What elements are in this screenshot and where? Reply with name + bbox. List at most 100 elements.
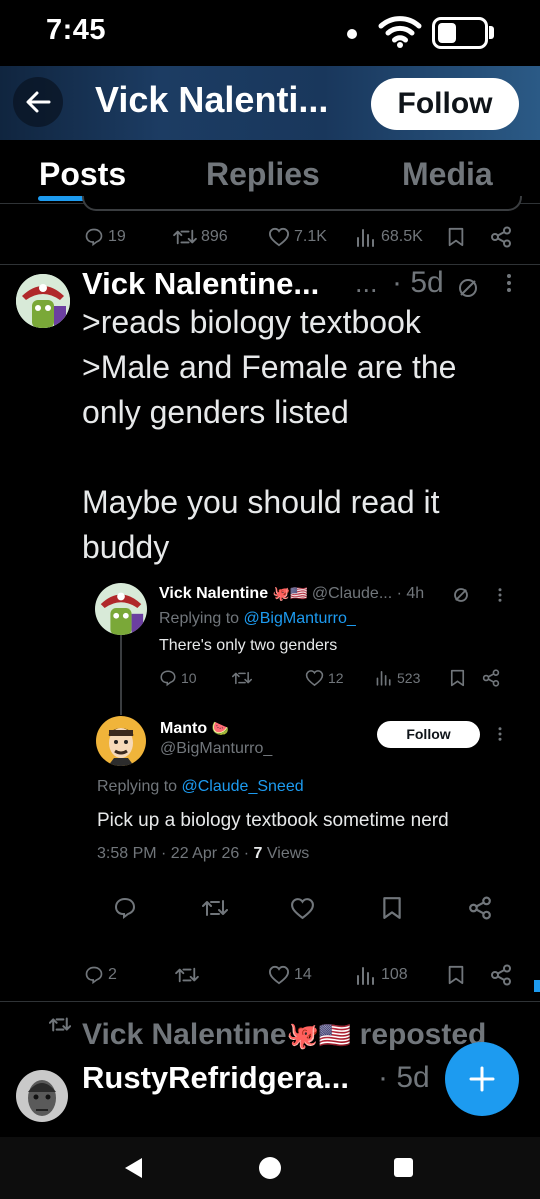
replying-to: Replying to @BigManturro_	[159, 610, 356, 628]
grok-icon[interactable]	[456, 276, 480, 300]
status-bar: 7:45	[0, 0, 540, 66]
repost-action[interactable]: 896	[173, 227, 228, 247]
author-name[interactable]: Vick Nalentine...	[82, 266, 319, 302]
share-icon	[482, 669, 500, 687]
reply-icon	[85, 966, 103, 985]
views-count: 68.5K	[381, 228, 423, 245]
flag-emoji-icon: 🐙🇺🇸	[286, 1020, 352, 1050]
watermelon-emoji-icon: 🍉	[211, 720, 229, 736]
tab-replies[interactable]: Replies	[206, 156, 320, 193]
avatar[interactable]	[96, 716, 146, 766]
like-action[interactable]: 12	[305, 669, 344, 687]
replying-prefix: Replying to	[97, 778, 178, 795]
divider	[0, 1001, 540, 1002]
tab-posts[interactable]: Posts	[39, 156, 126, 193]
views-action[interactable]: 108	[355, 965, 408, 985]
battery-icon	[432, 17, 488, 49]
reply-views-label: Views	[266, 845, 310, 862]
avatar[interactable]	[16, 274, 70, 328]
avatar[interactable]	[16, 1070, 68, 1122]
system-nav-bar	[0, 1137, 540, 1199]
reply-views-count: 7	[253, 845, 263, 862]
nav-home-button[interactable]	[259, 1157, 281, 1179]
bookmark-icon	[450, 669, 465, 687]
bookmark-button[interactable]	[447, 227, 465, 247]
author-handle[interactable]: ...	[355, 268, 378, 299]
thread-line	[120, 635, 122, 715]
replying-handle[interactable]: @BigManturro_	[244, 610, 356, 627]
reply-text: Pick up a biology textbook sometime nerd	[97, 810, 449, 831]
back-arrow-icon	[26, 91, 51, 113]
share-button[interactable]	[468, 896, 492, 920]
like-action[interactable]: 7.1K	[268, 227, 327, 247]
share-button[interactable]	[490, 964, 512, 986]
reply-action[interactable]: 10	[159, 669, 197, 687]
replying-prefix: Replying to	[159, 610, 240, 627]
share-icon	[491, 226, 511, 248]
bookmark-button[interactable]	[447, 965, 465, 985]
post-time: · 5d	[392, 266, 444, 299]
replying-handle[interactable]: @Claude_Sneed	[182, 778, 304, 795]
follow-button[interactable]: Follow	[371, 78, 519, 130]
like-count: 14	[294, 966, 312, 983]
bookmark-icon	[448, 965, 464, 985]
quoted-author-name[interactable]: Vick Nalentine	[159, 585, 268, 602]
like-button[interactable]	[290, 897, 315, 920]
bookmark-button[interactable]	[450, 669, 465, 687]
back-button[interactable]	[13, 77, 63, 127]
reply-author-handle[interactable]: @BigManturro_	[160, 740, 272, 758]
reply-author: Manto 🍉	[160, 720, 229, 738]
profile-tabs: Posts Replies Media	[0, 140, 540, 204]
views-action[interactable]: 523	[375, 669, 420, 686]
share-button[interactable]	[482, 669, 500, 687]
status-time: 7:45	[46, 14, 107, 46]
views-count: 523	[397, 669, 421, 686]
repost-icon	[202, 900, 228, 916]
post-text: >reads biology textbook >Male and Female…	[82, 304, 457, 565]
views-icon	[376, 670, 391, 686]
battery-tip	[489, 26, 494, 39]
reply-count: 10	[181, 670, 197, 686]
reply-count: 2	[108, 966, 117, 983]
reply-author-name[interactable]: Manto	[160, 720, 207, 737]
repost-button[interactable]	[232, 669, 252, 687]
divider	[0, 264, 540, 265]
repost-button[interactable]	[202, 897, 228, 919]
quoted-header: Vick Nalentine 🐙🇺🇸 @Claude... · 4h	[159, 585, 424, 603]
compose-button[interactable]	[445, 1042, 519, 1116]
like-icon	[268, 965, 290, 985]
nav-back-button[interactable]	[122, 1156, 146, 1180]
nav-recents-button[interactable]	[394, 1158, 413, 1177]
repost-indicator-icon	[49, 1015, 71, 1034]
views-action[interactable]: 68.5K	[355, 227, 423, 247]
like-icon	[305, 670, 324, 687]
like-icon	[268, 227, 290, 247]
more-icon[interactable]	[505, 272, 513, 294]
author-name[interactable]: RustyRefridgera...	[82, 1060, 349, 1096]
bookmark-button[interactable]	[382, 896, 402, 920]
more-icon[interactable]	[497, 725, 503, 743]
tab-media[interactable]: Media	[402, 156, 493, 193]
repost-label[interactable]: Vick Nalentine🐙🇺🇸 reposted	[82, 1018, 486, 1052]
grok-icon[interactable]	[452, 586, 470, 604]
like-count: 7.1K	[294, 228, 327, 245]
more-icon[interactable]	[497, 586, 503, 604]
reply-action[interactable]: 2	[84, 965, 117, 985]
repost-count: 896	[201, 228, 228, 245]
reposter-name: Vick Nalentine	[82, 1018, 287, 1051]
flag-emoji-icon: 🐙🇺🇸	[272, 585, 308, 601]
bookmark-icon	[383, 897, 401, 919]
follow-button[interactable]: Follow	[377, 721, 480, 748]
reply-action[interactable]: 19	[84, 227, 126, 247]
share-button[interactable]	[490, 226, 512, 248]
repost-button[interactable]	[175, 965, 199, 985]
like-count: 12	[328, 670, 344, 686]
plus-icon	[469, 1066, 495, 1092]
like-action[interactable]: 14	[268, 965, 312, 985]
avatar[interactable]	[95, 583, 147, 635]
quoted-author-handle[interactable]: @Claude...	[312, 585, 392, 602]
notification-dot-icon	[347, 29, 357, 39]
share-icon	[469, 896, 491, 920]
wifi-icon	[378, 14, 422, 48]
reply-button[interactable]	[113, 896, 137, 920]
